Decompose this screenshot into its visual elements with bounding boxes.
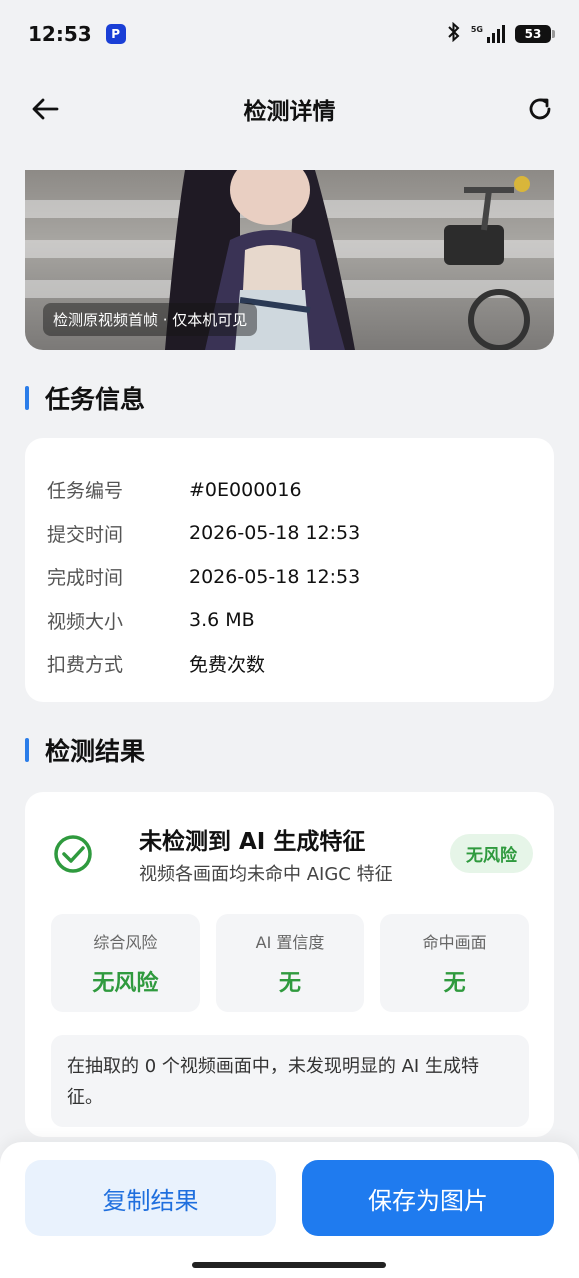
result-summary-header: 未检测到 AI 生成特征 视频各画面均未命中 AIGC 特征 无风险: [53, 822, 533, 892]
metric-label: 综合风险: [93, 933, 158, 952]
metric-hit-frames: 命中画面 无: [380, 914, 530, 1012]
result-header: 检测结果: [25, 732, 145, 768]
metrics-row: 综合风险 无风险 AI 置信度 无 命中画面 无: [51, 914, 530, 1012]
video-first-frame: 检测原视频首帧 · 仅本机可见: [25, 170, 554, 350]
metric-value: 无风险: [92, 971, 159, 996]
metric-overall-risk: 综合风险 无风险: [51, 914, 200, 1012]
check-circle-icon: [54, 835, 92, 873]
info-value: #0E000016: [189, 478, 302, 501]
metric-value: 无: [279, 971, 302, 996]
metric-label: AI 置信度: [255, 933, 325, 952]
bicycle-graphic: [444, 176, 530, 350]
refresh-button[interactable]: [523, 92, 557, 126]
page-title: 检测详情: [243, 99, 336, 125]
nav-bar: 检测详情: [0, 72, 579, 146]
metric-label: 命中画面: [422, 933, 487, 952]
refresh-icon: [529, 98, 551, 120]
result-card: 未检测到 AI 生成特征 视频各画面均未命中 AIGC 特征 无风险 综合风险 …: [25, 792, 554, 1137]
info-row-video-size: 视频大小 3.6 MB: [47, 599, 532, 643]
back-button[interactable]: [28, 92, 62, 126]
info-row-task-id: 任务编号 #0E000016: [47, 468, 532, 512]
bottom-action-bar: 复制结果 保存为图片: [0, 1142, 579, 1278]
cellular-signal-icon: 5G: [471, 25, 505, 43]
metric-value: 无: [443, 971, 466, 996]
result-headline: 未检测到 AI 生成特征: [139, 829, 366, 855]
status-right: 5G 53: [447, 21, 555, 47]
bluetooth-icon: [447, 21, 461, 47]
section-accent-bar: [25, 386, 29, 410]
risk-status-badge: 无风险: [450, 834, 533, 873]
task-info-title: 任务信息: [45, 385, 146, 414]
result-title: 检测结果: [45, 737, 146, 766]
task-info-header: 任务信息: [25, 380, 145, 416]
task-info-card: 任务编号 #0E000016 提交时间 2026-05-18 12:53 完成时…: [25, 438, 554, 702]
save-as-image-button[interactable]: 保存为图片: [302, 1160, 554, 1236]
info-value: 免费次数: [189, 654, 266, 677]
info-value: 2026-05-18 12:53: [189, 522, 361, 545]
status-left: 12:53 P: [28, 22, 126, 46]
network-type: 5G: [470, 25, 483, 34]
status-time: 12:53: [28, 22, 92, 46]
info-value: 2026-05-18 12:53: [189, 565, 361, 588]
app-notification-icon: P: [105, 24, 126, 44]
info-row-finish-time: 完成时间 2026-05-18 12:53: [47, 555, 532, 599]
copy-result-button[interactable]: 复制结果: [25, 1160, 276, 1236]
info-row-submit-time: 提交时间 2026-05-18 12:53: [47, 512, 532, 556]
result-summary-text: 在抽取的 0 个视频画面中，未发现明显的 AI 生成特征。: [51, 1035, 529, 1127]
info-key: 任务编号: [47, 480, 124, 503]
battery-icon: 53: [515, 25, 555, 43]
info-key: 完成时间: [47, 567, 124, 590]
info-key: 视频大小: [47, 610, 124, 633]
info-key: 扣费方式: [47, 654, 124, 677]
home-indicator[interactable]: [192, 1262, 386, 1268]
status-bar: 12:53 P 5G 53: [0, 0, 579, 68]
arrow-left-icon: [32, 98, 59, 120]
result-subline: 视频各画面均未命中 AIGC 特征: [139, 864, 393, 885]
section-accent-bar: [25, 738, 29, 762]
info-key: 提交时间: [47, 523, 124, 546]
frame-caption: 检测原视频首帧 · 仅本机可见: [43, 303, 258, 336]
info-row-billing: 扣费方式 免费次数: [47, 642, 532, 686]
metric-ai-confidence: AI 置信度 无: [215, 914, 365, 1012]
info-value: 3.6 MB: [189, 609, 255, 632]
